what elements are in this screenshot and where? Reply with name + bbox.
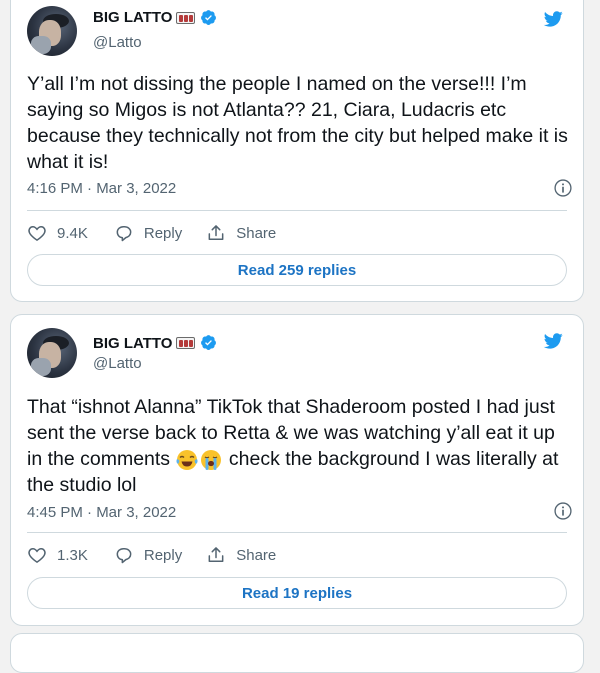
tweet-text: Y’all I’m not dissing the people I named…	[27, 73, 568, 173]
read-replies-button[interactable]: Read 259 replies	[27, 254, 567, 286]
share-label: Share	[236, 224, 277, 242]
info-icon[interactable]	[553, 501, 573, 521]
read-replies-button[interactable]: Read 19 replies	[27, 577, 567, 609]
reply-label: Reply	[143, 546, 183, 564]
like-button[interactable]: 9.4K	[27, 223, 88, 243]
heart-icon	[28, 547, 46, 563]
share-button[interactable]: Share	[206, 545, 276, 565]
reply-bubble-icon	[116, 226, 132, 242]
verified-badge-icon	[201, 10, 216, 25]
reply-label: Reply	[143, 224, 183, 242]
tweet-actions: 9.4K Reply Share	[27, 222, 276, 244]
loudly-crying-face-icon	[201, 449, 222, 470]
reply-button[interactable]: Reply	[114, 545, 182, 565]
twitter-bird-icon[interactable]	[541, 331, 565, 351]
display-name[interactable]: BIG LATTO	[93, 9, 172, 26]
divider	[27, 210, 567, 211]
tweet-actions: 1.3K Reply Share	[27, 544, 276, 566]
share-label: Share	[236, 546, 277, 564]
avatar[interactable]	[27, 328, 77, 378]
like-count: 9.4K	[57, 224, 88, 242]
heart-icon	[28, 225, 46, 241]
handle[interactable]: @Latto	[93, 34, 142, 51]
tweet-card[interactable]	[10, 633, 584, 673]
like-count: 1.3K	[57, 546, 88, 564]
tweet-text: That “ishnot Alanna” TikTok that Shadero…	[27, 394, 572, 498]
twitter-bird-icon[interactable]	[541, 9, 565, 29]
info-icon[interactable]	[553, 178, 573, 198]
reply-button[interactable]: Reply	[114, 223, 182, 243]
verified-badge-icon	[201, 335, 216, 350]
divider	[27, 532, 567, 533]
like-button[interactable]: 1.3K	[27, 545, 88, 565]
slot-machine-emoji-icon	[176, 337, 195, 349]
avatar[interactable]	[27, 6, 77, 56]
tweet-card[interactable]: BIG LATTO @Latto That “ishnot Alanna” Ti…	[10, 314, 584, 626]
reply-bubble-icon	[116, 548, 132, 564]
share-icon	[208, 547, 224, 562]
display-name[interactable]: BIG LATTO	[93, 335, 172, 352]
share-icon	[208, 225, 224, 240]
tweet-card[interactable]: BIG LATTO @Latto Y’all I’m not dissing t…	[10, 0, 584, 302]
handle[interactable]: @Latto	[93, 355, 142, 372]
share-button[interactable]: Share	[206, 223, 276, 243]
tweet-timestamp[interactable]: 4:16 PM · Mar 3, 2022	[27, 180, 176, 197]
slot-machine-emoji-icon	[176, 12, 195, 24]
face-with-tears-of-joy-icon	[176, 449, 199, 470]
tweet-timestamp[interactable]: 4:45 PM · Mar 3, 2022	[27, 504, 176, 521]
